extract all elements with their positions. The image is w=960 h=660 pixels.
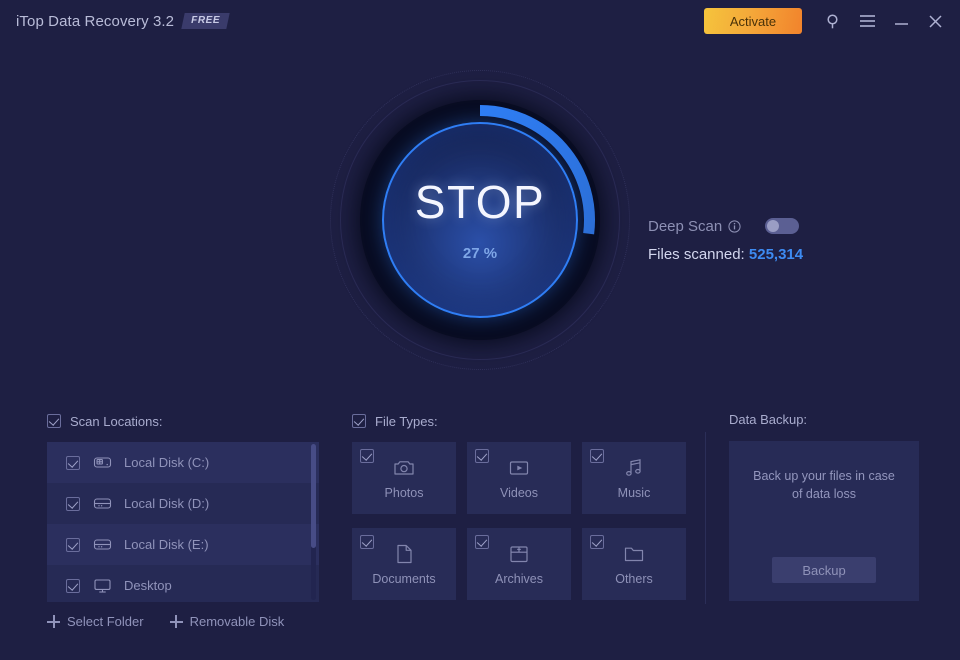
file-type-checkbox[interactable]	[590, 535, 604, 549]
music-note-icon	[622, 456, 646, 480]
edition-badge: FREE	[181, 13, 229, 29]
location-label: Local Disk (D:)	[124, 496, 209, 511]
scrollbar[interactable]	[311, 444, 316, 600]
removable-disk-label: Removable Disk	[190, 614, 285, 629]
hard-disk-icon	[93, 494, 112, 513]
toggle-knob	[767, 220, 779, 232]
file-types-title: File Types:	[375, 414, 438, 429]
files-scanned-row: Files scanned: 525,314	[648, 246, 803, 263]
file-type-checkbox[interactable]	[360, 449, 374, 463]
file-type-checkbox[interactable]	[475, 535, 489, 549]
search-icon[interactable]	[816, 0, 850, 42]
activate-button[interactable]: Activate	[704, 8, 802, 34]
document-page-icon	[392, 542, 416, 566]
files-scanned-label: Files scanned:	[648, 246, 745, 263]
stop-scan-button[interactable]: STOP 27 %	[382, 122, 578, 318]
plus-icon	[170, 615, 183, 628]
camera-icon	[392, 456, 416, 480]
hamburger-menu-icon[interactable]	[850, 0, 884, 42]
file-type-label: Music	[618, 486, 651, 500]
location-checkbox[interactable]	[66, 579, 80, 593]
files-scanned-value: 525,314	[749, 246, 803, 263]
location-checkbox[interactable]	[66, 497, 80, 511]
hard-disk-icon	[93, 535, 112, 554]
scan-locations-title: Scan Locations:	[70, 414, 163, 429]
location-label: Desktop	[124, 578, 172, 593]
deep-scan-row: Deep Scan	[648, 215, 803, 237]
file-types-section: File Types: Photos	[352, 412, 684, 600]
stop-label: STOP	[415, 179, 545, 225]
plus-icon	[47, 615, 60, 628]
file-type-archives[interactable]: Archives	[467, 528, 571, 600]
file-type-music[interactable]: Music	[582, 442, 686, 514]
deep-scan-label: Deep Scan	[648, 218, 722, 235]
list-item[interactable]: Desktop	[47, 565, 319, 602]
list-item[interactable]: Local Disk (E:)	[47, 524, 319, 565]
progress-percent: 27 %	[463, 245, 497, 262]
app-window: iTop Data Recovery 3.2 FREE Activate	[0, 0, 960, 660]
file-type-checkbox[interactable]	[360, 535, 374, 549]
close-icon[interactable]	[918, 0, 952, 42]
minimize-icon[interactable]	[884, 0, 918, 42]
archive-box-icon	[507, 542, 531, 566]
file-type-checkbox[interactable]	[475, 449, 489, 463]
monitor-icon	[93, 576, 112, 595]
location-checkbox[interactable]	[66, 538, 80, 552]
data-backup-description: Back up your files in case of data loss	[749, 467, 899, 503]
hard-disk-system-icon	[93, 453, 112, 472]
file-types-grid: Photos Videos	[352, 442, 684, 600]
scan-locations-section: Scan Locations: Local Disk (C:)	[47, 412, 319, 629]
file-type-label: Videos	[500, 486, 538, 500]
location-label: Local Disk (E:)	[124, 537, 209, 552]
scan-locations-actions: Select Folder Removable Disk	[47, 614, 319, 629]
file-type-videos[interactable]: Videos	[467, 442, 571, 514]
scrollbar-thumb[interactable]	[311, 444, 316, 548]
file-type-others[interactable]: Others	[582, 528, 686, 600]
video-play-icon	[507, 456, 531, 480]
location-checkbox[interactable]	[66, 456, 80, 470]
file-type-checkbox[interactable]	[590, 449, 604, 463]
location-label: Local Disk (C:)	[124, 455, 209, 470]
file-type-label: Others	[615, 572, 653, 586]
backup-button[interactable]: Backup	[772, 557, 876, 583]
title-bar: iTop Data Recovery 3.2 FREE Activate	[0, 0, 960, 42]
removable-disk-button[interactable]: Removable Disk	[170, 614, 285, 629]
file-types-checkbox[interactable]	[352, 414, 366, 428]
window-controls: Activate	[704, 0, 960, 42]
deep-scan-block: Deep Scan Files scanned: 525,314	[648, 215, 803, 263]
select-folder-label: Select Folder	[67, 614, 144, 629]
file-type-label: Documents	[372, 572, 435, 586]
file-type-photos[interactable]: Photos	[352, 442, 456, 514]
scan-locations-header: Scan Locations:	[47, 412, 319, 430]
scan-progress-widget: STOP 27 %	[330, 70, 630, 370]
deep-scan-toggle[interactable]	[765, 218, 799, 234]
panel-divider	[705, 432, 706, 604]
select-folder-button[interactable]: Select Folder	[47, 614, 144, 629]
file-type-label: Archives	[495, 572, 543, 586]
data-backup-section: Data Backup: Back up your files in case …	[729, 412, 919, 601]
list-item[interactable]: Local Disk (C:)	[47, 442, 319, 483]
app-title: iTop Data Recovery 3.2	[16, 13, 174, 30]
folder-icon	[622, 542, 646, 566]
file-types-header: File Types:	[352, 412, 684, 430]
scan-locations-list: Local Disk (C:) Local Disk (D:)	[47, 442, 319, 602]
file-type-label: Photos	[385, 486, 424, 500]
list-item[interactable]: Local Disk (D:)	[47, 483, 319, 524]
scan-locations-checkbox[interactable]	[47, 414, 61, 428]
info-icon[interactable]	[728, 220, 741, 233]
data-backup-card: Back up your files in case of data loss …	[729, 441, 919, 601]
data-backup-title: Data Backup:	[729, 412, 919, 427]
file-type-documents[interactable]: Documents	[352, 528, 456, 600]
edition-badge-label: FREE	[191, 15, 220, 26]
